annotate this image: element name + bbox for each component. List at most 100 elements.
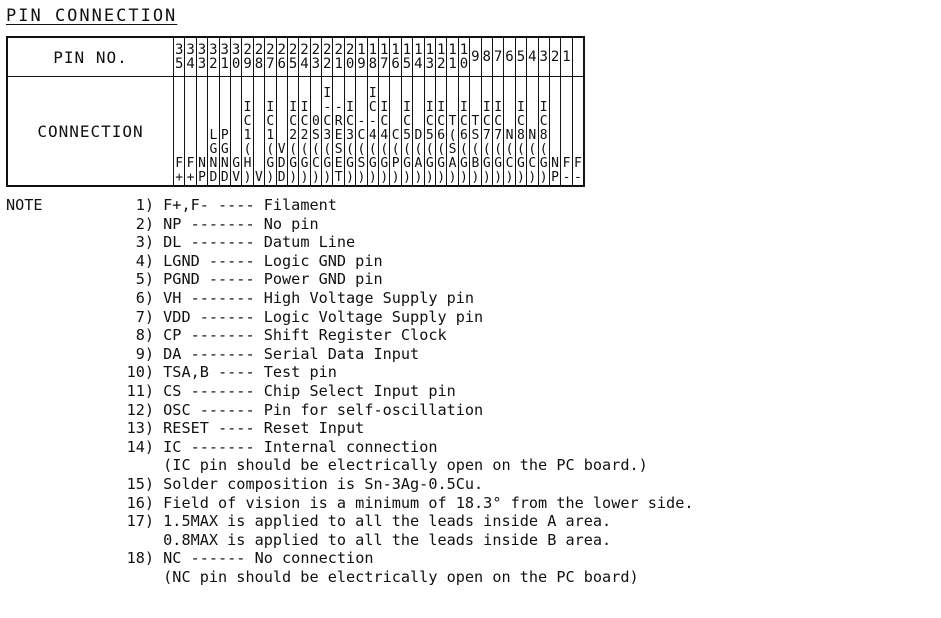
- connection-char: G: [209, 142, 218, 157]
- connection-char: D: [277, 170, 286, 185]
- connection-char: G: [220, 142, 229, 157]
- pin-digit: 3: [209, 42, 218, 58]
- connection-char: N: [220, 156, 229, 171]
- connection-char: 8: [539, 128, 548, 143]
- pin-number-cell: 25: [286, 36, 300, 77]
- note-text: Solder composition is Sn-3Ag-0.5Cu.: [163, 474, 484, 493]
- connection-char: I: [494, 100, 503, 115]
- connection-char: D: [414, 128, 423, 143]
- connection-char: ): [425, 170, 434, 185]
- connection-char: C: [243, 114, 252, 129]
- pin-connection-cell: F +: [172, 76, 186, 187]
- connection-char: I: [403, 100, 411, 115]
- connection-char: C: [311, 156, 320, 171]
- pin-connection-cell: N(C): [503, 76, 516, 187]
- connection-char: (: [494, 142, 503, 157]
- connection-char: 2: [300, 128, 309, 143]
- pin-connection-cell: T S(B): [469, 76, 482, 187]
- note-text: Shift Register Clock: [263, 326, 447, 345]
- connection-char: (: [460, 142, 468, 157]
- pin-connection-cell: T(S A): [446, 76, 459, 187]
- connection-char: I: [243, 100, 252, 115]
- note-line: 10) TSA,B ---- Test pin: [6, 363, 694, 382]
- note-text: (NC pin should be electrically open on t…: [163, 567, 639, 586]
- notes-section: NOTE 1) F+,F- ---- Filament 2) NP ------- …: [6, 196, 694, 586]
- connection-char: +: [175, 170, 184, 185]
- connection-label: NP: [550, 157, 559, 185]
- pin-connection-cell: N(C): [526, 76, 539, 187]
- pin-digit: 1: [391, 42, 400, 58]
- note-text: Power GND pin: [263, 270, 383, 289]
- connection-char: (: [380, 142, 389, 157]
- connection-label: I C 1(G): [266, 101, 275, 185]
- connection-char: I: [482, 100, 491, 115]
- pin-digit: 2: [334, 42, 343, 58]
- note-number: 11): [126, 381, 154, 400]
- connection-char: G: [482, 156, 491, 171]
- connection-char: N: [209, 156, 218, 171]
- note-lead: TSA,B ----: [163, 363, 255, 382]
- connection-char: (: [391, 142, 400, 157]
- connection-char: -: [334, 100, 343, 115]
- pin-digit: 3: [197, 42, 207, 58]
- connection-char: (: [289, 142, 298, 157]
- pin-number-cell: 28: [252, 36, 266, 77]
- connection-char: D: [277, 156, 286, 171]
- note-lead: F+,F- ----: [163, 196, 255, 214]
- connection-char: (: [471, 142, 480, 157]
- note-line: (IC pin should be electrically open on t…: [6, 456, 694, 475]
- connection-char: +: [186, 170, 195, 185]
- connection-char: ): [380, 170, 389, 185]
- connection-char: (: [300, 142, 309, 157]
- pin-connection-cell: -RESET: [332, 76, 345, 187]
- connection-char: G: [380, 156, 389, 171]
- connection-label: F +: [186, 157, 195, 185]
- pin-digit: 0: [231, 56, 241, 72]
- pin-digit: 7: [493, 49, 503, 65]
- pin-digit: 6: [505, 49, 514, 65]
- note-lead: CP -------: [163, 326, 255, 345]
- connection-label: PGND: [220, 129, 229, 185]
- note-line: 18) NC ------ No connection: [6, 549, 694, 568]
- pin-digit: 1: [436, 42, 446, 58]
- page-title: PIN CONNECTION: [6, 6, 178, 26]
- connection-char: (: [425, 142, 434, 157]
- note-number: 9): [135, 344, 154, 363]
- connection-char: (: [311, 142, 320, 157]
- connection-label: -RESET: [334, 100, 343, 185]
- connection-char: -: [323, 100, 332, 115]
- connection-char: E: [334, 156, 343, 171]
- pin-number-cell: 24: [298, 36, 311, 77]
- pin-digit: 2: [323, 56, 332, 72]
- pin-digit: 1: [220, 56, 229, 72]
- connection-char: D: [209, 170, 218, 185]
- connection-header: CONNECTION: [6, 76, 174, 187]
- connection-char: C: [505, 156, 514, 171]
- connection-char: G: [368, 156, 377, 171]
- connection-char: P: [391, 156, 400, 171]
- pin-number-cell: 15: [400, 36, 414, 77]
- note-text: 0.8MAX is applied to all the leads insid…: [163, 530, 612, 549]
- note-number: 17): [126, 512, 154, 531]
- connection-char: G: [539, 156, 548, 171]
- connection-char: N: [528, 128, 537, 143]
- pin-number-cell: 31: [218, 36, 231, 77]
- pin-connection-cell: I C 5(G): [400, 76, 414, 187]
- connection-char: H: [243, 156, 252, 171]
- connection-char: G: [460, 156, 468, 171]
- pin-digit: 3: [539, 49, 548, 65]
- connection-char: ): [243, 170, 252, 185]
- pin-digit: 5: [402, 56, 412, 72]
- pin-digit: 2: [243, 42, 252, 58]
- connection-label: F +: [175, 157, 184, 185]
- pin-number-cell: 10: [457, 36, 471, 77]
- connection-label: C(P): [391, 129, 400, 185]
- pin-digit: 1: [448, 56, 457, 72]
- note-lead: NC ------: [163, 549, 246, 568]
- connection-char: P: [551, 170, 559, 185]
- connection-char: -: [357, 114, 366, 129]
- connection-char: ): [266, 170, 275, 185]
- pin-digit: 3: [174, 42, 184, 58]
- connection-char: (: [368, 142, 377, 157]
- connection-char: C: [437, 114, 446, 129]
